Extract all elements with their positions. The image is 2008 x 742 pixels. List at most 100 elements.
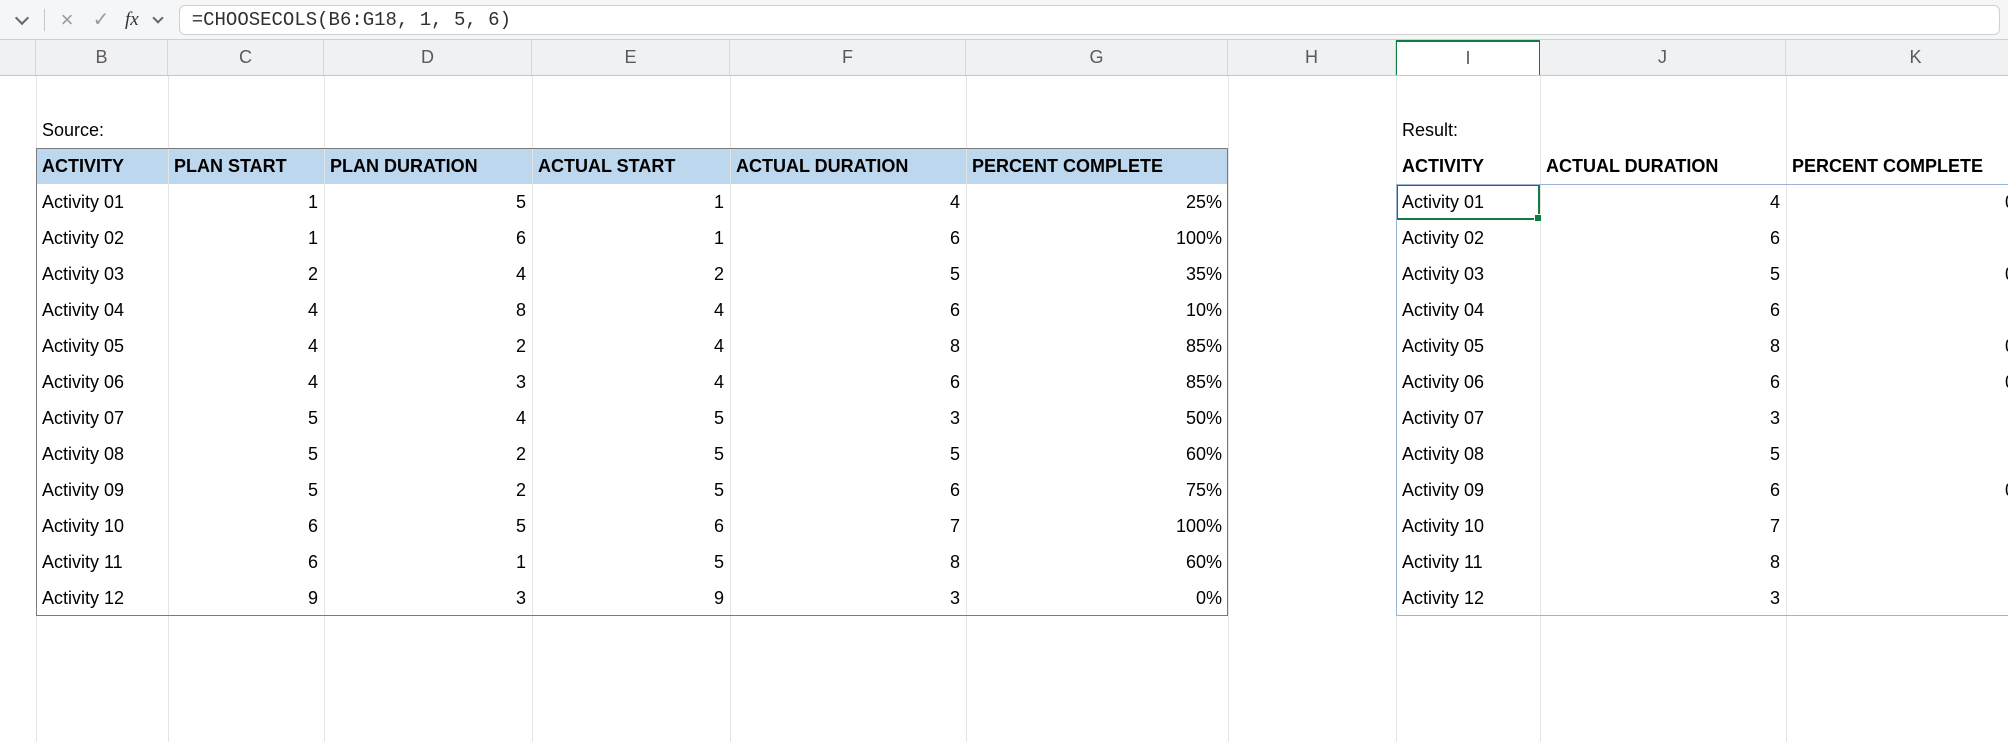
src-pct: 100%	[966, 508, 1228, 544]
src-hdr-pct: PERCENT COMPLETE	[966, 148, 1228, 184]
src-actstart: 1	[532, 220, 730, 256]
src-actdur: 3	[730, 580, 966, 616]
src-activity: Activity 10	[36, 508, 168, 544]
col-header[interactable]: J	[1540, 40, 1786, 75]
src-activity: Activity 03	[36, 256, 168, 292]
col-header-active[interactable]: I	[1396, 40, 1540, 75]
src-pct: 100%	[966, 220, 1228, 256]
src-actstart: 5	[532, 436, 730, 472]
result-label: Result:	[1396, 112, 1540, 148]
src-activity: Activity 02	[36, 220, 168, 256]
col-header[interactable]: B	[36, 40, 168, 75]
src-pct: 85%	[966, 364, 1228, 400]
table-header-row: ACTIVITY PLAN START PLAN DURATION ACTUAL…	[0, 148, 2008, 184]
col-header[interactable]: K	[1786, 40, 2008, 75]
src-planstart: 4	[168, 292, 324, 328]
fx-label[interactable]: fx	[121, 9, 143, 31]
src-actdur: 6	[730, 292, 966, 328]
col-gutter[interactable]	[0, 40, 36, 75]
spreadsheet-grid[interactable]: Source: Result: ACTIVITY PLAN START PLAN…	[0, 76, 2008, 742]
col-header[interactable]: E	[532, 40, 730, 75]
src-pct: 25%	[966, 184, 1228, 220]
src-actstart: 5	[532, 544, 730, 580]
res-pct: 0.85	[1786, 328, 2008, 364]
table-row: Activity 01151425%Activity 0140.25	[0, 184, 2008, 220]
table-row: Activity 03242535%Activity 0350.35	[0, 256, 2008, 292]
formula-input[interactable]: =CHOOSECOLS(B6:G18, 1, 5, 6)	[179, 5, 2000, 35]
res-actdur: 8	[1540, 544, 1786, 580]
enter-icon[interactable]: ✓	[87, 6, 115, 34]
res-activity: Activity 04	[1396, 292, 1540, 328]
res-actdur: 7	[1540, 508, 1786, 544]
src-actdur: 8	[730, 328, 966, 364]
src-activity: Activity 07	[36, 400, 168, 436]
res-pct: 0.6	[1786, 544, 2008, 580]
res-pct: 0.75	[1786, 472, 2008, 508]
src-pct: 60%	[966, 544, 1228, 580]
res-actdur: 6	[1540, 220, 1786, 256]
src-actstart: 4	[532, 328, 730, 364]
src-activity: Activity 06	[36, 364, 168, 400]
res-hdr-activity: ACTIVITY	[1396, 148, 1540, 184]
src-activity: Activity 01	[36, 184, 168, 220]
src-planstart: 4	[168, 328, 324, 364]
table-row: Activity 1293930%Activity 1230	[0, 580, 2008, 616]
src-actdur: 6	[730, 220, 966, 256]
src-actdur: 7	[730, 508, 966, 544]
src-actdur: 6	[730, 364, 966, 400]
table-row: Activity 106567100%Activity 1071	[0, 508, 2008, 544]
res-pct: 1	[1786, 220, 2008, 256]
src-plandur: 8	[324, 292, 532, 328]
col-header[interactable]: H	[1228, 40, 1396, 75]
src-actstart: 4	[532, 292, 730, 328]
src-actstart: 1	[532, 184, 730, 220]
col-header[interactable]: G	[966, 40, 1228, 75]
src-plandur: 2	[324, 328, 532, 364]
res-actdur: 6	[1540, 292, 1786, 328]
src-planstart: 2	[168, 256, 324, 292]
src-pct: 50%	[966, 400, 1228, 436]
src-plandur: 3	[324, 364, 532, 400]
src-activity: Activity 09	[36, 472, 168, 508]
src-activity: Activity 08	[36, 436, 168, 472]
cancel-icon[interactable]: ×	[53, 6, 81, 34]
src-actdur: 6	[730, 472, 966, 508]
table-row: Activity 021616100%Activity 0261	[0, 220, 2008, 256]
src-plandur: 5	[324, 184, 532, 220]
src-planstart: 1	[168, 184, 324, 220]
src-pct: 35%	[966, 256, 1228, 292]
src-actdur: 8	[730, 544, 966, 580]
col-header[interactable]: D	[324, 40, 532, 75]
src-actstart: 5	[532, 400, 730, 436]
res-activity: Activity 09	[1396, 472, 1540, 508]
src-actdur: 5	[730, 256, 966, 292]
src-plandur: 4	[324, 256, 532, 292]
src-planstart: 5	[168, 472, 324, 508]
res-activity: Activity 10	[1396, 508, 1540, 544]
src-pct: 75%	[966, 472, 1228, 508]
src-plandur: 2	[324, 436, 532, 472]
res-actdur: 3	[1540, 400, 1786, 436]
res-actdur: 6	[1540, 364, 1786, 400]
src-planstart: 5	[168, 400, 324, 436]
fx-dropdown-icon[interactable]	[149, 6, 167, 34]
res-activity: Activity 07	[1396, 400, 1540, 436]
res-activity: Activity 01	[1396, 184, 1540, 220]
src-planstart: 6	[168, 544, 324, 580]
res-actdur: 6	[1540, 472, 1786, 508]
src-planstart: 9	[168, 580, 324, 616]
src-activity: Activity 05	[36, 328, 168, 364]
src-actstart: 5	[532, 472, 730, 508]
col-header[interactable]: F	[730, 40, 966, 75]
src-actstart: 4	[532, 364, 730, 400]
src-plandur: 2	[324, 472, 532, 508]
table-row: Activity 08525560%Activity 0850.6	[0, 436, 2008, 472]
src-plandur: 1	[324, 544, 532, 580]
name-box-dropdown-icon[interactable]	[8, 6, 36, 34]
res-pct: 0.85	[1786, 364, 2008, 400]
blank-row	[0, 76, 2008, 112]
res-pct: 0.5	[1786, 400, 2008, 436]
col-header[interactable]: C	[168, 40, 324, 75]
separator	[44, 9, 45, 31]
src-plandur: 3	[324, 580, 532, 616]
